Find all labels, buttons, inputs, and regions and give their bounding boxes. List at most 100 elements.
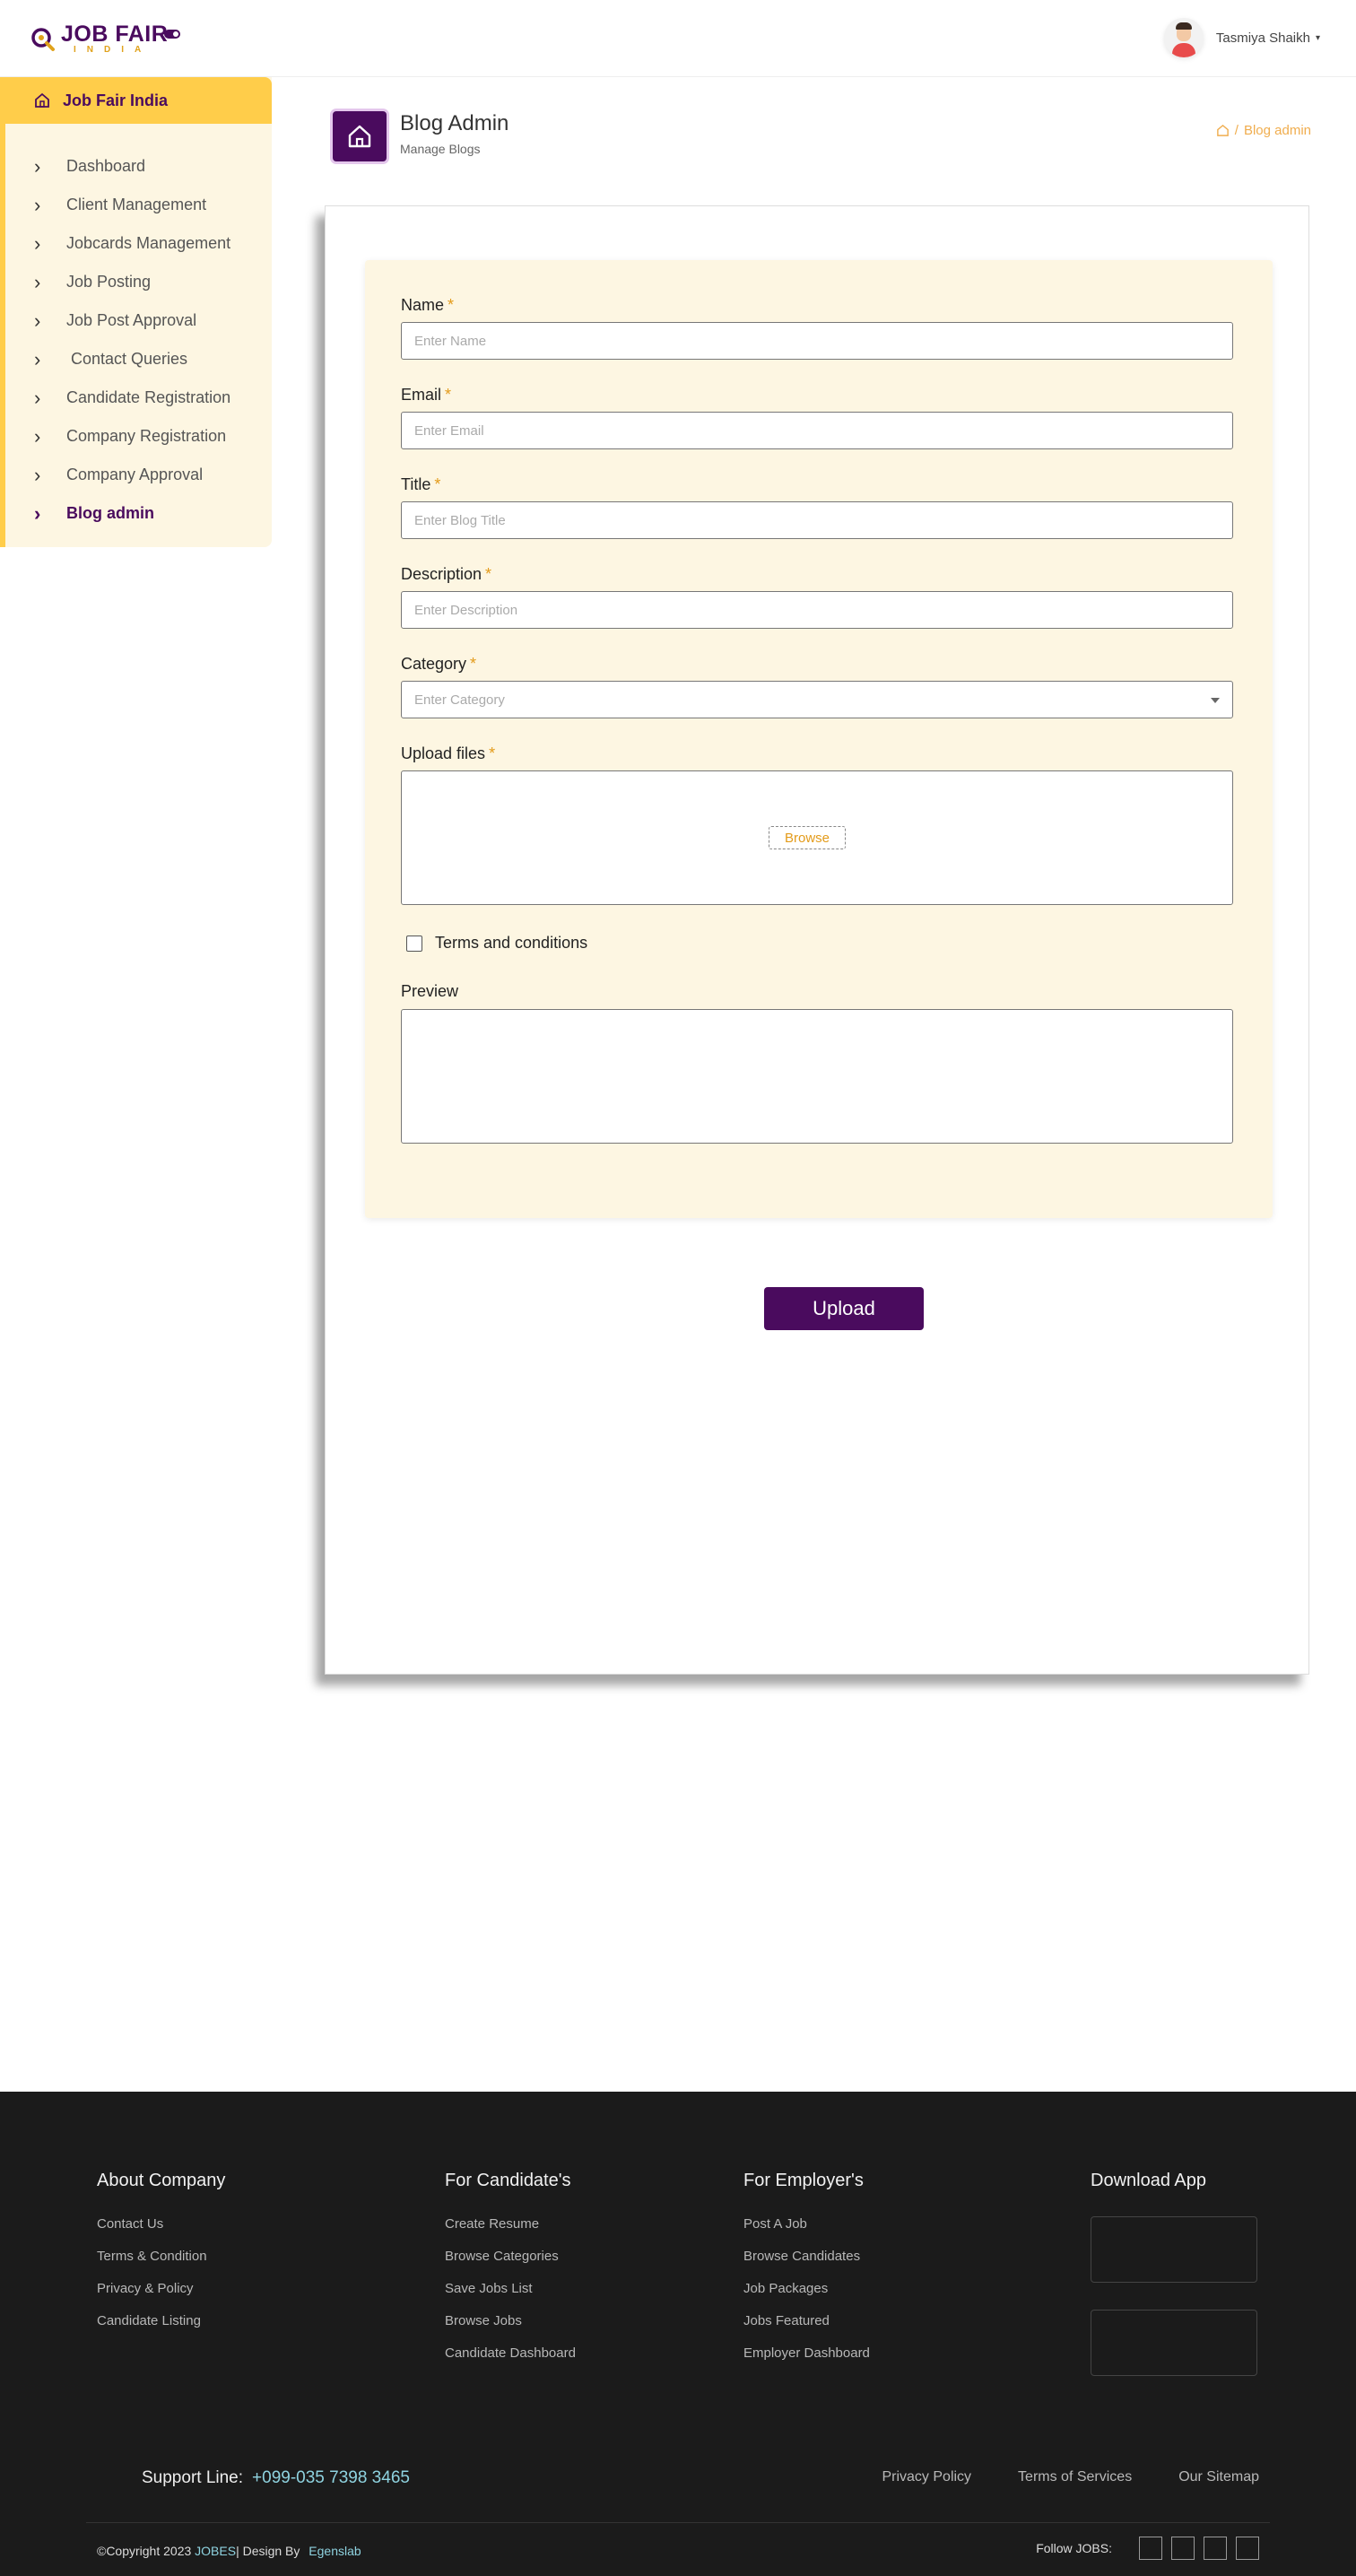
sidebar-item[interactable]: › Candidate Registration [5, 379, 272, 417]
breadcrumb-home-icon[interactable] [1216, 124, 1230, 137]
brand-tagline: INDIA [74, 45, 152, 55]
chevron-right-icon: › [34, 193, 41, 216]
footer-employers-heading: For Employer's [743, 2171, 864, 2190]
sitemap-link[interactable]: Our Sitemap [1178, 2469, 1259, 2485]
user-menu[interactable]: Tasmiya Shaikh ▾ [1163, 18, 1320, 57]
footer-link[interactable]: Contact Us [97, 2216, 225, 2249]
sidebar-item-label: Candidate Registration [66, 388, 231, 406]
chevron-right-icon: › [34, 309, 41, 332]
page-home-icon [333, 111, 387, 161]
sidebar-menu: › Dashboard › Client Management › Jobcards Ma… [5, 147, 272, 533]
footer-link[interactable]: Post A Job [743, 2216, 870, 2249]
footer-divider [86, 2522, 1270, 2523]
sidebar-header[interactable]: Job Fair India [5, 77, 272, 124]
breadcrumb-separator: / [1234, 123, 1239, 138]
sidebar-item[interactable]: › Company Registration [5, 417, 272, 456]
footer-link[interactable]: Job Packages [743, 2281, 870, 2313]
upload-button[interactable]: Upload [764, 1287, 924, 1330]
footer-link[interactable]: Candidate Dashboard [445, 2345, 576, 2378]
sidebar-item-label: Client Management [66, 196, 207, 213]
sidebar-item[interactable]: › Jobcards Management [5, 224, 272, 263]
sidebar-item-label: Company Approval [66, 466, 204, 483]
page-title: Blog Admin [400, 111, 509, 135]
chevron-right-icon: › [34, 463, 41, 486]
footer-link[interactable]: Privacy & Policy [97, 2281, 225, 2313]
sidebar-item[interactable]: › Contact Queries [5, 340, 272, 379]
description-label: Description * [401, 565, 492, 583]
chevron-right-icon: › [34, 424, 41, 448]
email-input[interactable]: Enter Email [401, 412, 1233, 449]
designer-link[interactable]: Egenslab [309, 2544, 361, 2558]
name-input[interactable]: Enter Name [401, 322, 1233, 360]
dropdown-caret-icon [1211, 698, 1220, 703]
play-store-badge[interactable] [1091, 2310, 1257, 2376]
sidebar-item[interactable]: › Blog admin [5, 494, 272, 533]
app-store-badge[interactable] [1091, 2216, 1257, 2283]
footer-link[interactable]: Candidate Listing [97, 2313, 225, 2345]
theme-toggle[interactable] [164, 30, 180, 39]
form-panel: Name * Enter Name Email * Enter Email Titl… [365, 260, 1273, 1218]
sidebar-item-label: Contact Queries [66, 350, 188, 368]
preview-label: Preview [401, 982, 459, 1000]
sidebar-item[interactable]: › Client Management [5, 186, 272, 224]
footer-about-heading: About Company [97, 2171, 226, 2190]
terms-link[interactable]: Terms of Services [1018, 2469, 1132, 2485]
sidebar-item-label: Jobcards Management [66, 234, 231, 252]
blog-form-card: Name * Enter Name Email * Enter Email Titl… [325, 205, 1309, 1675]
linkedin-icon[interactable] [1204, 2537, 1227, 2560]
footer-link[interactable]: Browse Jobs [445, 2313, 576, 2345]
instagram-icon[interactable] [1236, 2537, 1259, 2560]
top-bar: JOB FAIR INDIA Tasmiya Shaikh ▾ [0, 0, 1356, 77]
category-select[interactable]: Enter Category [401, 681, 1233, 718]
sidebar-item[interactable]: › Dashboard [5, 147, 272, 186]
brand-logo[interactable]: JOB FAIR INDIA [30, 23, 168, 55]
brand-name: JOB FAIR [61, 22, 169, 47]
footer-app: Download App [1091, 2171, 1257, 2403]
footer-link[interactable]: Save Jobs List [445, 2281, 576, 2313]
chevron-down-icon: ▾ [1315, 32, 1320, 43]
title-input[interactable]: Enter Blog Title [401, 501, 1233, 539]
footer-candidates: For Candidate's Create Resume Browse Cat… [445, 2171, 576, 2378]
page-subtitle: Manage Blogs [400, 142, 481, 156]
follow-label: Follow JOBS: [1036, 2541, 1112, 2555]
footer-link[interactable]: Terms & Condition [97, 2249, 225, 2281]
sidebar-title: Job Fair India [63, 91, 169, 109]
description-input[interactable]: Enter Description [401, 591, 1233, 629]
footer-bottom-links: Privacy Policy Terms of Services Our Sit… [835, 2469, 1259, 2485]
terms-checkbox[interactable] [406, 935, 422, 952]
sidebar-item[interactable]: › Job Post Approval [5, 301, 272, 340]
footer-link[interactable]: Create Resume [445, 2216, 576, 2249]
file-drop-zone[interactable]: Browse [401, 770, 1233, 905]
avatar [1163, 18, 1204, 57]
footer-link[interactable]: Browse Categories [445, 2249, 576, 2281]
terms-row: Terms and conditions [406, 934, 587, 953]
upload-label: Upload files * [401, 744, 496, 762]
sidebar-item-label: Job Post Approval [66, 311, 197, 329]
chevron-right-icon: › [34, 270, 41, 293]
footer-about: About Company Contact Us Terms & Conditi… [97, 2171, 225, 2345]
footer-link[interactable]: Employer Dashboard [743, 2345, 870, 2378]
home-icon [35, 92, 49, 108]
user-name: Tasmiya Shaikh [1215, 30, 1310, 46]
support-phone[interactable]: +099-035 7398 3465 [252, 2468, 410, 2487]
chevron-right-icon: › [34, 231, 41, 255]
chevron-right-icon: › [34, 386, 41, 409]
copyright-brand[interactable]: JOBES [195, 2544, 236, 2558]
sidebar-item-label: Dashboard [66, 157, 146, 175]
logo-search-icon [30, 27, 56, 52]
footer-app-heading: Download App [1091, 2171, 1206, 2190]
email-label: Email * [401, 386, 452, 404]
footer-link[interactable]: Browse Candidates [743, 2249, 870, 2281]
sidebar: Job Fair India › Dashboard › Client Managem… [0, 77, 272, 547]
sidebar-item-label: Blog admin [66, 504, 154, 522]
twitter-icon[interactable] [1171, 2537, 1195, 2560]
terms-label: Terms and conditions [435, 934, 588, 952]
copyright: ©Copyright 2023 JOBES| Design By Egensla… [97, 2544, 361, 2558]
sidebar-item[interactable]: › Job Posting [5, 263, 272, 301]
facebook-icon[interactable] [1139, 2537, 1162, 2560]
sidebar-item[interactable]: › Company Approval [5, 456, 272, 494]
category-label: Category * [401, 655, 477, 673]
footer-link[interactable]: Jobs Featured [743, 2313, 870, 2345]
browse-button[interactable]: Browse [769, 826, 846, 849]
privacy-policy-link[interactable]: Privacy Policy [882, 2469, 971, 2485]
